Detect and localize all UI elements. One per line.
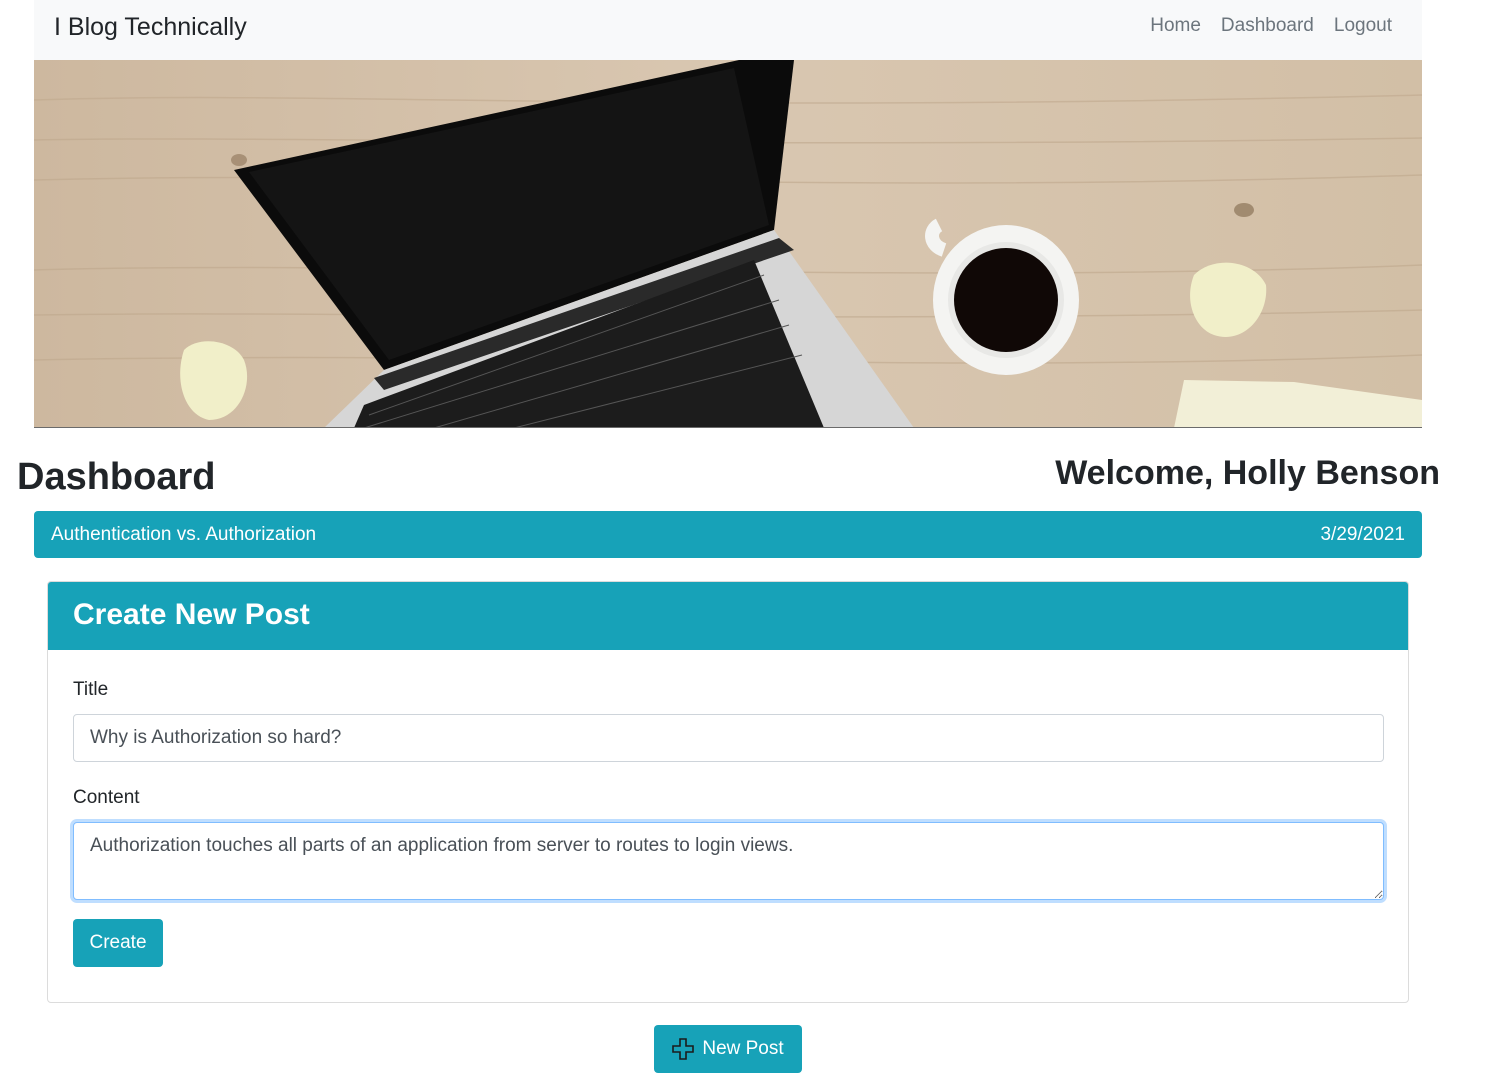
page-title: Dashboard — [17, 456, 216, 498]
nav-links: Home Dashboard Logout — [1150, 15, 1392, 37]
post-date: 3/29/2021 — [1320, 524, 1405, 545]
post-item[interactable]: Authentication vs. Authorization 3/29/20… — [34, 511, 1422, 558]
title-label: Title — [73, 679, 109, 700]
card-header: Create New Post — [48, 582, 1408, 650]
new-post-label: New Post — [702, 1038, 784, 1059]
new-post-button[interactable]: New Post — [654, 1025, 802, 1073]
card-title: Create New Post — [73, 598, 310, 631]
title-input[interactable] — [73, 714, 1384, 762]
welcome-message: Welcome, Holly Benson — [1055, 454, 1440, 492]
content-textarea[interactable]: Authorization touches all parts of an ap… — [73, 822, 1384, 900]
post-title: Authentication vs. Authorization — [51, 524, 317, 545]
laptop-coffee-desk-illustration — [34, 60, 1422, 427]
brand-link[interactable]: I Blog Technically — [54, 13, 247, 42]
nav-link-dashboard[interactable]: Dashboard — [1221, 15, 1314, 37]
plus-icon — [672, 1038, 695, 1060]
page: I Blog Technically Home Dashboard Logout — [0, 0, 1486, 1090]
hero-image — [34, 60, 1422, 428]
create-button[interactable]: Create — [73, 919, 163, 967]
create-post-card: Create New Post Title Content Authorizat… — [47, 581, 1409, 1003]
content-label: Content — [73, 787, 140, 808]
nav-link-logout[interactable]: Logout — [1334, 15, 1392, 37]
nav-link-home[interactable]: Home — [1150, 15, 1201, 37]
navbar: I Blog Technically Home Dashboard Logout — [34, 0, 1422, 60]
